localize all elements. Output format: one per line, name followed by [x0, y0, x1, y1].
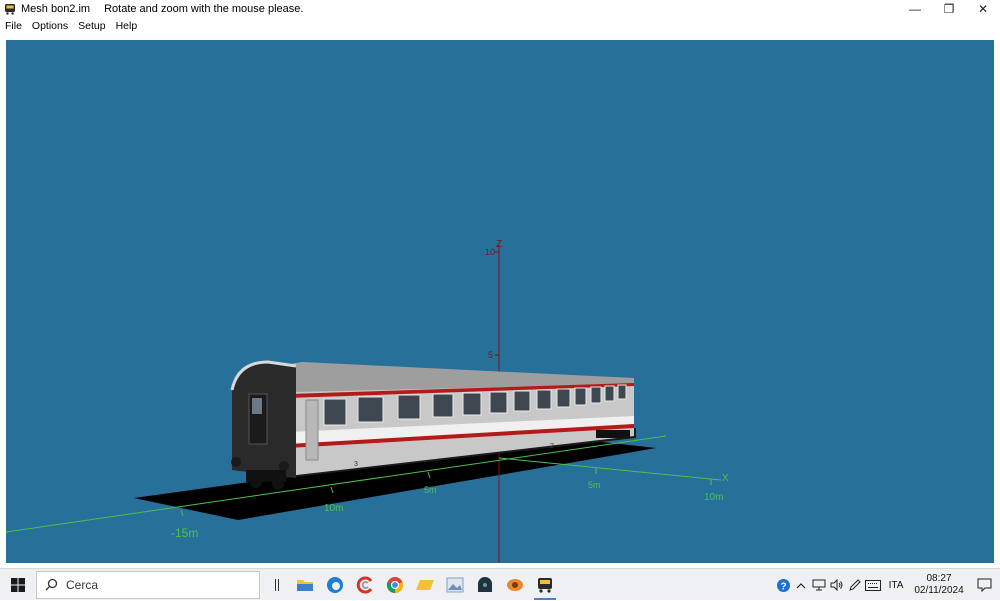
close-button[interactable]: ✕ [966, 0, 1000, 18]
clock-date: 02/11/2024 [914, 585, 964, 596]
scene-canvas[interactable]: Z 10 5 5m 10m -15m X 5m 10m 3 2 [6, 40, 994, 563]
menu-file[interactable]: File [0, 20, 27, 32]
system-tray: ? ITA 08:27 02/11/2024 [774, 569, 1000, 601]
app-window: Mesh bon2.im Rotate and zoom with the mo… [0, 0, 1000, 568]
ccleaner-icon [356, 576, 373, 593]
chrome-icon [386, 576, 404, 593]
chevron-up-icon [796, 582, 806, 588]
network-tray-icon[interactable] [810, 569, 828, 601]
3d-viewport[interactable]: Z 10 5 5m 10m -15m X 5m 10m 3 2 [6, 40, 994, 563]
speaker-icon [830, 579, 843, 591]
y-tick-5m: 5m [424, 485, 437, 495]
edge-icon [327, 576, 343, 593]
system-clock[interactable]: 08:27 02/11/2024 [910, 573, 968, 597]
taskbar-edge[interactable] [320, 569, 350, 601]
volume-tray-icon[interactable] [828, 569, 846, 601]
taskbar-file-explorer[interactable] [290, 569, 320, 601]
menu-setup[interactable]: Setup [73, 20, 110, 32]
notification-icon [977, 578, 991, 592]
z-tick-10: 10 [485, 247, 495, 257]
taskbar-photos[interactable] [440, 569, 470, 601]
folder-icon [297, 579, 313, 591]
input-language[interactable]: ITA [882, 580, 910, 591]
network-icon [812, 579, 826, 591]
start-button[interactable] [0, 569, 36, 601]
train-app-icon [5, 4, 15, 15]
task-view-button[interactable] [264, 569, 290, 601]
y-tick-minus15m: -15m [171, 526, 198, 540]
task-view-icon [275, 578, 279, 591]
car-marking-3: 3 [354, 461, 358, 468]
yellow-folder-icon [416, 579, 434, 590]
taskbar-folder[interactable] [410, 569, 440, 601]
windows-taskbar: Cerca ? ITA 08:27 02/11/2024 [0, 568, 1000, 600]
z-tick-5: 5 [488, 350, 493, 360]
taskbar-ccleaner[interactable] [350, 569, 380, 601]
y-tick-10m: 10m [324, 503, 343, 514]
windows-logo-icon [11, 577, 25, 592]
x-tick-10m: 10m [704, 492, 723, 503]
notification-center-button[interactable] [968, 569, 1000, 601]
taskbar-game-app[interactable] [470, 569, 500, 601]
x-tick-5m: 5m [588, 480, 601, 490]
show-hidden-icons-button[interactable] [792, 569, 810, 601]
z-axis-label: Z [496, 239, 502, 250]
eye-icon [507, 578, 523, 591]
taskbar-chrome[interactable] [380, 569, 410, 601]
window-title: Mesh bon2.im [21, 3, 91, 15]
window-hint: Rotate and zoom with the mouse please. [104, 3, 304, 15]
taskbar-eye-app[interactable] [500, 569, 530, 601]
search-input[interactable]: Cerca [36, 570, 260, 599]
svg-text:?: ? [780, 581, 786, 592]
pen-icon [849, 579, 861, 591]
x-axis-label: X [722, 473, 729, 484]
minimize-button[interactable]: — [898, 0, 932, 18]
car-marking-2: 2 [550, 443, 554, 450]
keyboard-tray-icon[interactable] [864, 569, 882, 601]
menu-help[interactable]: Help [111, 20, 143, 32]
taskbar-train-sim[interactable] [530, 569, 560, 601]
photos-icon [446, 577, 464, 592]
help-tray-icon[interactable]: ? [774, 569, 792, 601]
restore-button[interactable]: ❐ [932, 0, 966, 18]
search-placeholder: Cerca [66, 577, 99, 592]
clock-time: 08:27 [926, 573, 952, 584]
search-icon [45, 578, 58, 591]
pen-tray-icon[interactable] [846, 569, 864, 601]
menu-bar: File Options Setup Help [0, 18, 1000, 34]
train-icon [538, 577, 552, 593]
dark-app-icon [478, 576, 492, 592]
title-bar[interactable]: Mesh bon2.im Rotate and zoom with the mo… [0, 0, 1000, 18]
keyboard-icon [865, 579, 881, 591]
menu-options[interactable]: Options [27, 20, 73, 32]
help-icon: ? [776, 578, 790, 592]
